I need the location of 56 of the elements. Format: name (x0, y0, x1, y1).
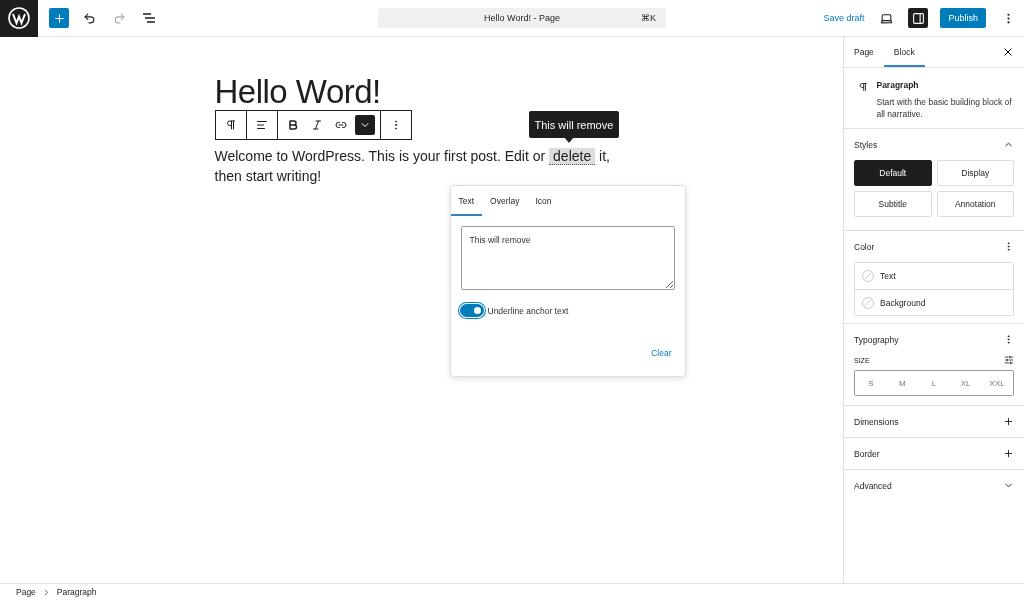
clear-link[interactable]: Clear (651, 348, 672, 358)
block-name: Paragraph (876, 80, 920, 90)
block-description: Start with the basic building block of all narrative. (876, 96, 1013, 120)
text-area[interactable]: This will remove (460, 226, 675, 290)
link-icon (334, 119, 347, 131)
undo-icon (82, 11, 96, 25)
plus-icon[interactable] (1003, 448, 1014, 459)
sidebar-panel-icon (911, 11, 925, 25)
style-option[interactable]: Subtitle (854, 191, 932, 217)
section-title: Color (854, 241, 875, 252)
save-draft-link[interactable]: Save draft (823, 13, 865, 23)
breadcrumb-item[interactable]: Page (16, 587, 36, 597)
italic-icon (310, 119, 323, 131)
tooltip-arrow (563, 137, 574, 143)
breadcrumb-item[interactable]: Paragraph (56, 587, 97, 597)
sidebar-tab[interactable]: Block (883, 37, 925, 67)
paragraph-icon (224, 119, 237, 131)
command-bar[interactable]: Hello Word! - Page ⌘K (378, 8, 666, 28)
redo-icon (112, 11, 126, 25)
laptop-icon (879, 11, 893, 25)
list-icon (142, 12, 156, 24)
color-item[interactable]: Background (855, 289, 1013, 315)
section-title: Typography (854, 334, 899, 345)
panel-title[interactable]: Dimensions (854, 416, 899, 427)
close-icon (1002, 46, 1014, 58)
add-block-button[interactable] (49, 8, 69, 28)
chevron-down-button[interactable] (354, 115, 375, 135)
toggle-switch[interactable] (459, 304, 484, 317)
panel-title[interactable]: Border (854, 448, 880, 459)
settings-button[interactable] (908, 8, 929, 28)
popover-tab[interactable]: Text (450, 186, 483, 216)
paragraph-text[interactable]: Welcome to WordPress. This is your first post. Edit or delete it, then start writing! (214, 146, 629, 186)
sliders-icon[interactable] (1004, 355, 1014, 365)
align-left-icon (255, 119, 268, 131)
document-title: Hello Word! - Page (484, 13, 560, 23)
panel-title[interactable]: Advanced (854, 480, 892, 491)
post-title[interactable]: Hello Word! (214, 75, 629, 109)
style-option[interactable]: Default (854, 160, 932, 186)
sidebar-tab[interactable]: Page (844, 37, 884, 67)
plus-icon (52, 11, 66, 25)
plus-icon[interactable] (1003, 416, 1014, 427)
bold-icon (286, 119, 299, 131)
paragraph-icon (858, 80, 869, 94)
toggle-label: Underline anchor text (487, 305, 569, 316)
publish-button[interactable]: Publish (940, 8, 986, 28)
logo-icon (8, 7, 30, 29)
empty-swatch-icon (862, 296, 874, 309)
style-option[interactable]: Display (936, 160, 1014, 186)
style-option[interactable]: Annotation (936, 191, 1014, 217)
wordpress-logo[interactable] (0, 0, 38, 37)
close-button[interactable] (1002, 46, 1014, 58)
empty-swatch-icon (862, 270, 874, 282)
popover-tab[interactable]: Icon (527, 186, 560, 216)
keyboard-shortcut: ⌘K (641, 13, 656, 23)
popover-tab[interactable]: Overlay (482, 186, 528, 216)
section-title: Styles (854, 139, 878, 150)
